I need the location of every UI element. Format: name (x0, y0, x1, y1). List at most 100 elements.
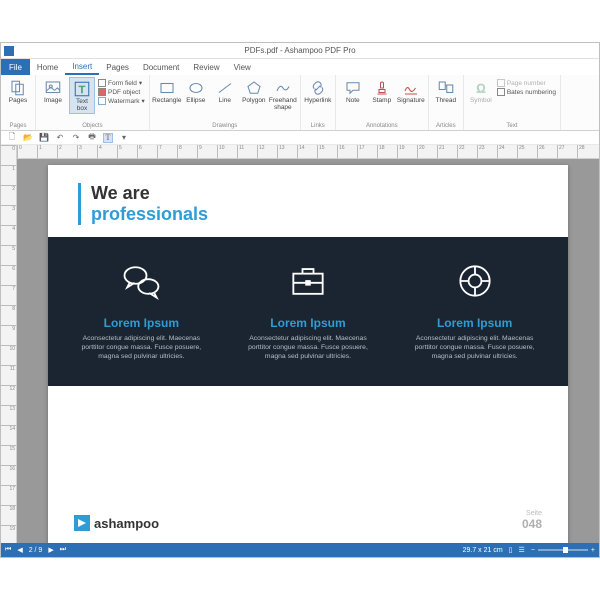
file-tab[interactable]: File (1, 59, 30, 75)
status-bar: ⏮ ◀ 2 / 9 ▶ ⏭ 29.7 x 21 cm ▯ ☰ − + (1, 543, 599, 557)
qat-open-icon[interactable]: 📂 (23, 133, 33, 143)
headline-line2: professionals (91, 204, 538, 225)
ribbon-group-pages: Pages Pages (1, 75, 36, 130)
qat-new-icon[interactable]: 🗋 (7, 133, 17, 143)
polygon-button[interactable]: Polygon (241, 77, 267, 105)
thread-icon (437, 79, 455, 97)
svg-text:T: T (79, 84, 86, 96)
tab-view[interactable]: View (227, 59, 258, 75)
freehand-button[interactable]: Freehand shape (270, 77, 296, 112)
thread-button[interactable]: Thread (433, 77, 459, 105)
text-box-button[interactable]: T Text box (69, 77, 95, 114)
workspace: 01234567891011121314151617181920 0123456… (1, 145, 599, 543)
bates-button[interactable]: Bates numbering (497, 88, 556, 96)
next-page-icon[interactable]: ▶ (48, 546, 53, 554)
canvas[interactable]: We are professionals Lorem Ipsum Aconsec… (17, 159, 599, 543)
feature-col-2: Lorem Ipsum Aconsectetur adipiscing elit… (238, 259, 378, 362)
first-page-icon[interactable]: ⏮ (5, 546, 11, 554)
form-field-button[interactable]: Form field ▾ (98, 79, 145, 87)
menu-bar: File Home Insert Pages Document Review V… (1, 59, 599, 75)
prev-page-icon[interactable]: ◀ (17, 546, 22, 554)
ellipse-button[interactable]: Ellipse (183, 77, 209, 105)
image-icon (44, 79, 62, 97)
view-single-icon[interactable]: ▯ (509, 546, 513, 554)
page-number-button[interactable]: Page number (497, 79, 556, 87)
ribbon-group-objects: Image T Text box Form field ▾ PDF object… (36, 75, 150, 130)
tab-review[interactable]: Review (186, 59, 226, 75)
page-header: We are professionals (48, 165, 568, 237)
zoom-in-icon[interactable]: + (591, 547, 595, 554)
text-extras: Page number Bates numbering (497, 77, 556, 96)
signature-icon (402, 79, 420, 97)
vertical-ruler: 01234567891011121314151617181920 (1, 145, 17, 543)
title-bar: PDFs.pdf - Ashampoo PDF Pro (1, 43, 599, 59)
app-icon (4, 46, 14, 56)
qat-save-icon[interactable]: 💾 (39, 133, 49, 143)
signature-button[interactable]: Signature (398, 77, 424, 105)
tab-pages[interactable]: Pages (99, 59, 136, 75)
hyperlink-button[interactable]: Hyperlink (305, 77, 331, 105)
zoom-thumb[interactable] (563, 547, 568, 553)
last-page-icon[interactable]: ⏭ (60, 546, 66, 554)
image-button[interactable]: Image (40, 77, 66, 105)
tab-insert[interactable]: Insert (65, 59, 99, 75)
tab-home[interactable]: Home (30, 59, 65, 75)
col2-body: Aconsectetur adipiscing elit. Maecenas p… (238, 334, 378, 362)
watermark-button[interactable]: Watermark ▾ (98, 97, 145, 105)
page-indicator: 2 / 9 (29, 547, 43, 554)
ribbon-group-text: Ω Symbol Page number Bates numbering Tex… (464, 75, 561, 130)
zoom-slider[interactable]: − + (531, 547, 595, 554)
brand-name: ashampoo (94, 516, 159, 531)
pdf-object-icon (98, 88, 106, 96)
brand: ashampoo (74, 515, 159, 531)
page-number-block: Seite 048 (522, 510, 542, 531)
hyperlink-icon (309, 79, 327, 97)
rectangle-button[interactable]: Rectangle (154, 77, 180, 105)
form-field-icon (98, 79, 106, 87)
chat-icon (119, 259, 163, 303)
line-button[interactable]: Line (212, 77, 238, 105)
note-button[interactable]: Note (340, 77, 366, 105)
pages-button[interactable]: Pages (5, 77, 31, 105)
pdf-object-button[interactable]: PDF object (98, 88, 145, 96)
ribbon-group-articles: Thread Articles (429, 75, 464, 130)
brand-logo-icon (74, 515, 90, 531)
feature-col-3: Lorem Ipsum Aconsectetur adipiscing elit… (405, 259, 545, 362)
col1-body: Aconsectetur adipiscing elit. Maecenas p… (71, 334, 211, 362)
object-extras: Form field ▾ PDF object Watermark ▾ (98, 77, 145, 105)
qat-undo-icon[interactable]: ↶ (55, 133, 65, 143)
tab-document[interactable]: Document (136, 59, 186, 75)
qat-print-icon[interactable]: 🖶 (87, 133, 97, 143)
stamp-icon (373, 79, 391, 97)
feature-band: Lorem Ipsum Aconsectetur adipiscing elit… (48, 237, 568, 386)
page-number-icon (497, 79, 505, 87)
zoom-out-icon[interactable]: − (531, 547, 535, 554)
qat-more-icon[interactable]: ▾ (119, 133, 129, 143)
pages-icon (9, 79, 27, 97)
lifebuoy-icon (453, 259, 497, 303)
col1-title: Lorem Ipsum (71, 316, 211, 330)
symbol-button[interactable]: Ω Symbol (468, 77, 494, 105)
briefcase-icon (286, 259, 330, 303)
note-icon (344, 79, 362, 97)
doc-area: 0123456789101112131415161718192021222324… (17, 145, 599, 543)
svg-text:Ω: Ω (476, 82, 485, 96)
qat-text-tool-icon[interactable]: T (103, 133, 113, 143)
ribbon-group-annotations: Note Stamp Signature Annotations (336, 75, 429, 130)
document-page[interactable]: We are professionals Lorem Ipsum Aconsec… (48, 165, 568, 543)
stamp-button[interactable]: Stamp (369, 77, 395, 105)
col3-title: Lorem Ipsum (405, 316, 545, 330)
rectangle-icon (158, 79, 176, 97)
freehand-icon (274, 79, 292, 97)
page-dimensions: 29.7 x 21 cm (463, 547, 503, 554)
watermark-icon (98, 97, 106, 105)
view-continuous-icon[interactable]: ☰ (519, 546, 525, 554)
text-box-icon: T (73, 80, 91, 98)
bates-icon (497, 88, 505, 96)
ellipse-icon (187, 79, 205, 97)
line-icon (216, 79, 234, 97)
qat-redo-icon[interactable]: ↷ (71, 133, 81, 143)
horizontal-ruler: 0123456789101112131415161718192021222324… (17, 145, 599, 159)
zoom-track[interactable] (538, 549, 588, 551)
headline-line1: We are (91, 183, 538, 204)
